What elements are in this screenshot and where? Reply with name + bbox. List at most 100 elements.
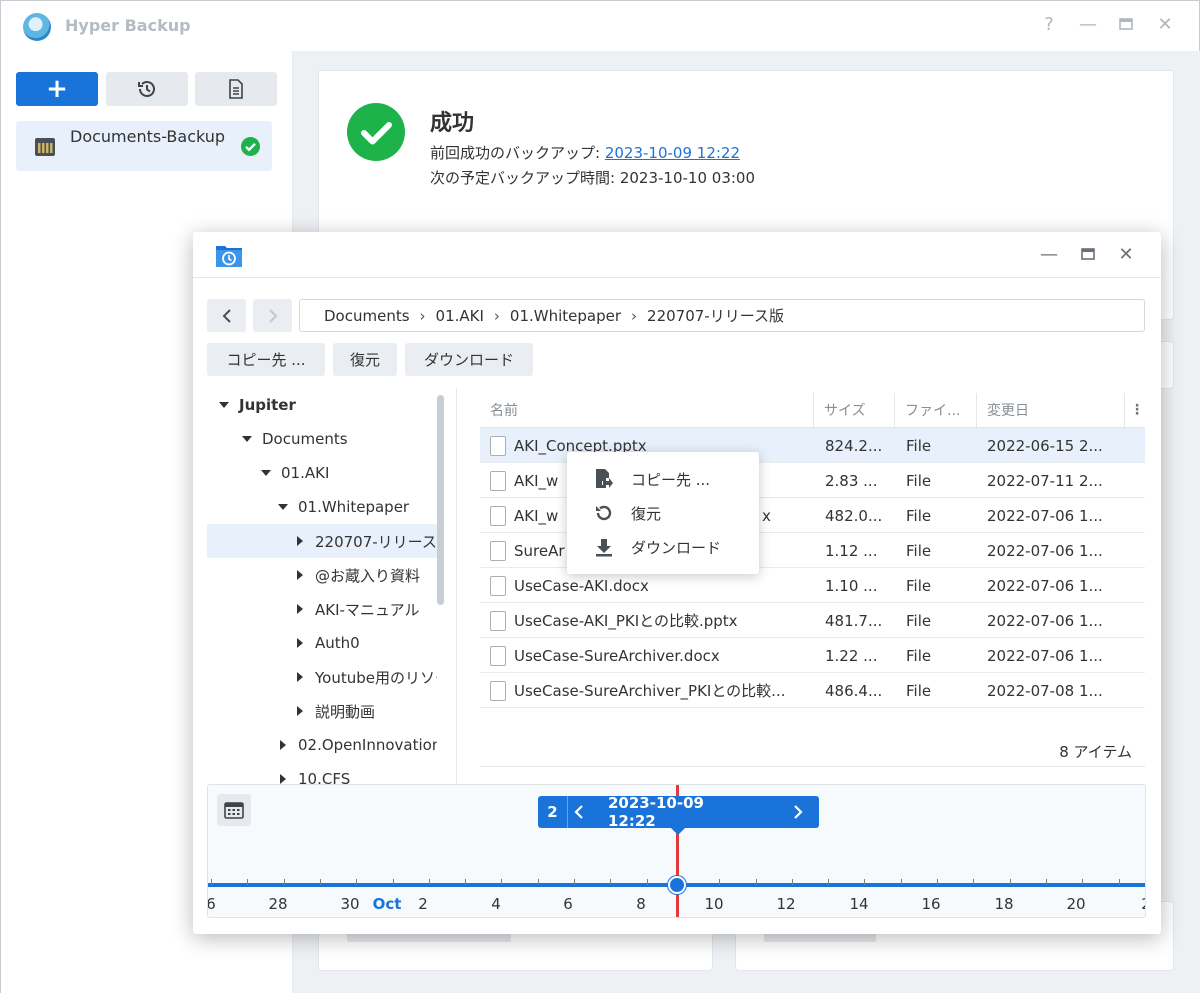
next-version-button[interactable]	[793, 796, 803, 828]
timeline-label: 30	[340, 895, 360, 913]
last-backup-label: 前回成功のバックアップ:	[430, 144, 601, 162]
app-title: Hyper Backup	[65, 16, 191, 35]
timeline-tick	[1009, 879, 1011, 885]
last-backup-line: 前回成功のバックアップ: 2023-10-09 12:22	[430, 142, 740, 163]
timeline-tick	[392, 879, 394, 885]
breadcrumb-item[interactable]: 220707-リリース版	[647, 305, 784, 326]
log-button[interactable]	[195, 72, 277, 106]
tree-node-documents[interactable]: Documents	[207, 422, 437, 456]
minimize-button[interactable]: —	[1077, 14, 1099, 35]
tree-node-archived-materials[interactable]: @お蔵入り資料	[207, 558, 437, 592]
log-document-icon	[229, 79, 243, 99]
collapsed-triangle-icon[interactable]	[297, 604, 303, 614]
expand-triangle-icon[interactable]	[242, 436, 252, 442]
file-icon	[490, 540, 506, 561]
close-button[interactable]: ✕	[1154, 14, 1176, 35]
download-button[interactable]: ダウンロード	[405, 343, 533, 376]
version-point[interactable]	[668, 876, 686, 894]
timeline-tick	[247, 879, 249, 885]
breadcrumb[interactable]: Documents › 01.AKI › 01.Whitepaper › 220…	[299, 299, 1145, 332]
timeline-tick	[1118, 879, 1120, 885]
file-icon	[490, 575, 506, 596]
expand-triangle-icon[interactable]	[278, 504, 288, 510]
file-icon	[490, 645, 506, 666]
tree-node-01-whitepaper[interactable]: 01.Whitepaper	[207, 490, 437, 524]
item-count: 8 アイテム	[1059, 743, 1132, 761]
table-row[interactable]: UseCase-SureArchiver.docx 1.22 ... File …	[480, 638, 1145, 673]
tree-node-01-aki[interactable]: 01.AKI	[207, 456, 437, 490]
backup-explorer-dialog: — ✕ Documents › 01.AKI › 01.Whitepaper ›…	[193, 232, 1161, 934]
column-options-icon[interactable]: ⋮	[1125, 393, 1145, 427]
table-row[interactable]: UseCase-SureArchiver_PKIとの比較... 486.4...…	[480, 673, 1145, 708]
backup-task-item[interactable]: Documents-Backup	[16, 121, 272, 171]
context-restore[interactable]: 復元	[567, 496, 759, 530]
help-button[interactable]: ?	[1038, 14, 1060, 35]
column-header-type[interactable]: ファイ...	[895, 393, 977, 427]
calendar-icon	[224, 802, 244, 819]
collapsed-triangle-icon[interactable]	[297, 706, 303, 716]
timeline-label: 14	[849, 895, 869, 913]
tree-scrollbar[interactable]	[437, 395, 444, 605]
dialog-close-button[interactable]: ✕	[1115, 244, 1137, 265]
timeline-label: 20	[1066, 895, 1086, 913]
previous-version-button[interactable]	[574, 796, 584, 828]
maximize-button[interactable]	[1115, 14, 1137, 35]
timeline-label: 12	[776, 895, 796, 913]
tree-node-220707-release[interactable]: 220707-リリース版	[207, 524, 437, 558]
timeline-tick	[719, 879, 721, 885]
tree-node-02-openinnovation[interactable]: 02.OpenInnovation	[207, 728, 437, 762]
restore-history-button[interactable]	[106, 72, 188, 106]
maximize-icon	[1119, 18, 1133, 30]
expand-triangle-icon[interactable]	[219, 402, 229, 408]
forward-button[interactable]	[253, 299, 292, 332]
calendar-button[interactable]	[217, 794, 251, 826]
backup-task-name: Documents-Backup	[70, 127, 226, 146]
table-row[interactable]: UseCase-AKI_PKIとの比較.pptx 481.7... File 2…	[480, 603, 1145, 638]
context-copy-to[interactable]: コピー先 ...	[567, 462, 759, 496]
breadcrumb-separator-icon: ›	[631, 306, 638, 325]
collapsed-triangle-icon[interactable]	[297, 536, 303, 546]
tree-node-10-cfs[interactable]: 10.CFS	[207, 762, 437, 784]
collapsed-triangle-icon[interactable]	[297, 638, 303, 648]
dialog-maximize-button[interactable]	[1077, 244, 1099, 265]
tree-node-youtube-resources[interactable]: Youtube用のリソース	[207, 660, 437, 694]
file-icon	[490, 610, 506, 631]
timeline-tick	[211, 879, 212, 885]
file-icon	[490, 435, 506, 456]
dialog-minimize-button[interactable]: —	[1038, 244, 1060, 265]
last-backup-link[interactable]: 2023-10-09 12:22	[605, 144, 740, 162]
tree-node-aki-manual[interactable]: AKI-マニュアル	[207, 592, 437, 626]
status-title: 成功	[430, 111, 475, 136]
next-backup-value: 2023-10-10 03:00	[619, 169, 756, 187]
tree-node-explainer-videos[interactable]: 説明動画	[207, 694, 437, 728]
download-icon	[593, 536, 615, 558]
expand-triangle-icon[interactable]	[261, 470, 271, 476]
restore-button[interactable]: 復元	[333, 343, 397, 376]
collapsed-triangle-icon[interactable]	[280, 740, 286, 750]
back-button[interactable]	[207, 299, 246, 332]
copy-to-button[interactable]: コピー先 ...	[207, 343, 325, 376]
timeline-tick	[574, 879, 575, 885]
context-menu: コピー先 ... 復元 ダウンロード	[567, 452, 759, 574]
collapsed-triangle-icon[interactable]	[280, 774, 286, 784]
timeline-label: 6	[563, 895, 573, 913]
timeline-label: 2	[418, 895, 428, 913]
timeline-tick	[646, 879, 648, 885]
collapsed-triangle-icon[interactable]	[297, 570, 303, 580]
context-download[interactable]: ダウンロード	[567, 530, 759, 564]
breadcrumb-item[interactable]: 01.AKI	[436, 307, 484, 325]
next-backup-label: 次の予定バックアップ時間:	[430, 169, 616, 187]
backup-explorer-icon	[216, 246, 242, 267]
column-header-size[interactable]: サイズ	[814, 393, 895, 427]
tree-node-auth0[interactable]: Auth0	[207, 626, 437, 660]
column-header-name[interactable]: 名前	[480, 393, 814, 427]
add-task-button[interactable]: +	[16, 72, 98, 106]
timeline-label: 4	[491, 895, 501, 913]
version-timeline[interactable]: 2 2023-10-09 12:22 6 28 30 Oct 2 4 6 8 10 12 14 16 1…	[207, 784, 1146, 918]
breadcrumb-item[interactable]: 01.Whitepaper	[510, 307, 621, 325]
collapsed-triangle-icon[interactable]	[297, 672, 303, 682]
column-header-modified[interactable]: 変更日	[977, 393, 1125, 427]
chevron-left-icon	[222, 308, 231, 323]
tree-node-jupiter[interactable]: Jupiter	[207, 388, 437, 422]
breadcrumb-item[interactable]: Documents	[324, 307, 410, 325]
